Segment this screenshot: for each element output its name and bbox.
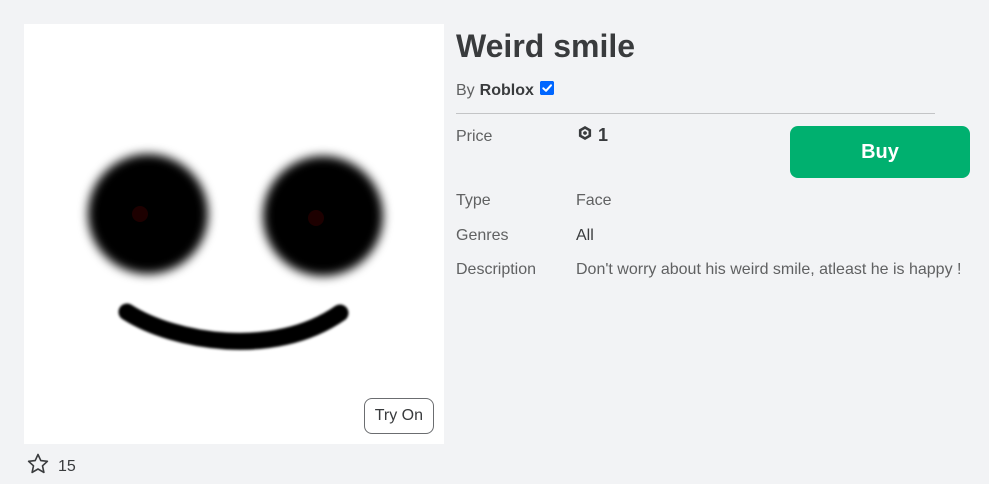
smile-mouth [118, 303, 349, 350]
robux-icon [577, 125, 593, 146]
header-divider [456, 113, 935, 114]
price-value-group: 1 [577, 125, 608, 146]
verified-badge-icon [539, 80, 555, 101]
description-text: Don't worry about his weird smile, atlea… [576, 261, 962, 278]
creator-link[interactable]: Roblox [480, 82, 534, 100]
price-label: Price [456, 128, 493, 145]
creator-prefix: By [456, 81, 475, 99]
buy-button[interactable]: Buy [790, 126, 970, 178]
genres-value: All [576, 227, 594, 244]
price-value: 1 [598, 125, 609, 145]
genres-label: Genres [456, 227, 509, 244]
item-thumbnail: Try On [24, 24, 444, 444]
description-label: Description [456, 261, 537, 278]
try-on-button[interactable]: Try On [363, 398, 434, 434]
type-label: Type [456, 192, 491, 209]
weird-smile-face-image [88, 154, 383, 350]
star-outline-icon[interactable] [26, 452, 50, 481]
favorite-count: 15 [58, 457, 76, 475]
favorite-control[interactable]: 15 [26, 452, 76, 481]
creator-line: By Roblox [456, 80, 555, 101]
item-title: Weird smile [456, 28, 636, 64]
type-value: Face [576, 192, 612, 209]
